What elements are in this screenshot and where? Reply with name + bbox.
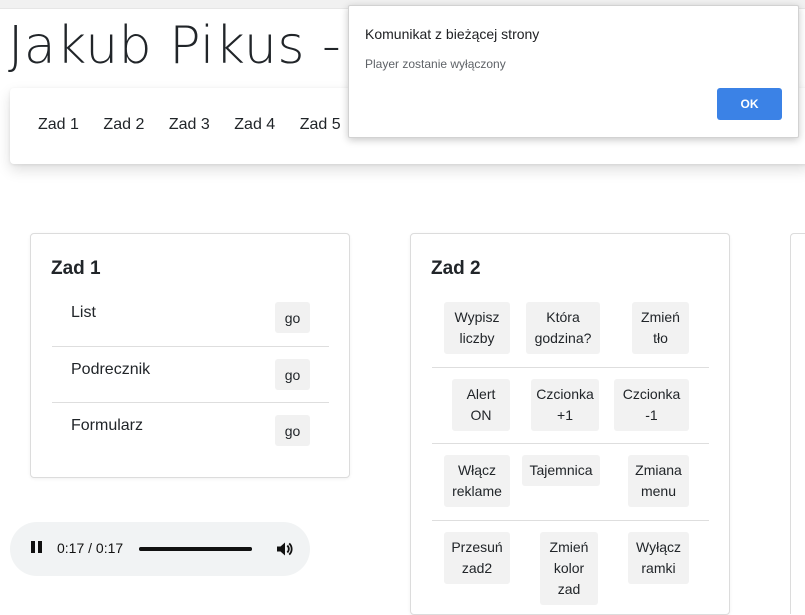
list-item: List go — [52, 290, 329, 346]
list-item: Formularz go — [52, 402, 329, 459]
nav-link-zad3[interactable]: Zad 3 — [169, 114, 210, 136]
list-item-label: List — [71, 304, 96, 321]
page-title: Jakub Pikus - 2 — [8, 16, 392, 76]
card-zad1: Zad 1 List go Podrecznik go Formularz go — [30, 233, 350, 478]
card-zad2: Zad 2 Wypisz liczby Która godzina? Zmień… — [410, 233, 730, 615]
card-zad3-edge — [790, 233, 805, 614]
audio-player: 0:17 / 0:17 — [10, 522, 310, 576]
nav-link-zad2[interactable]: Zad 2 — [103, 114, 144, 136]
dialog-title: Komunikat z bieżącej strony — [365, 26, 540, 42]
card-title: Zad 2 — [431, 258, 481, 279]
alert-dialog: Komunikat z bieżącej strony Player zosta… — [348, 5, 799, 138]
button-row: Wypisz liczby Która godzina? Zmień tło — [432, 291, 709, 367]
button-row: Przesuń zad2 Zmień kolor zad Wyłącz ramk… — [432, 520, 709, 605]
nav-link-zad5[interactable]: Zad 5 — [300, 114, 341, 136]
volume-icon[interactable] — [276, 541, 294, 557]
nav-list: Zad 1 Zad 2 Zad 3 Zad 4 Zad 5 — [38, 114, 365, 136]
pause-icon[interactable] — [30, 541, 44, 557]
list-item-label: Formularz — [71, 417, 144, 434]
go-button-list[interactable]: go — [275, 302, 310, 333]
list-item: Podrecznik go — [52, 346, 329, 403]
nav-link-zad1[interactable]: Zad 1 — [38, 114, 79, 136]
wlacz-reklame-button[interactable]: Włącz reklame — [444, 455, 510, 507]
button-row: Alert ON Czcionka +1 Czcionka -1 — [432, 367, 709, 444]
go-button-formularz[interactable]: go — [275, 415, 310, 446]
alert-on-button[interactable]: Alert ON — [452, 379, 510, 431]
card-title: Zad 1 — [51, 258, 101, 279]
wypisz-liczby-button[interactable]: Wypisz liczby — [444, 302, 510, 354]
ok-button[interactable]: OK — [717, 88, 782, 120]
nav-link-zad4[interactable]: Zad 4 — [234, 114, 275, 136]
progress-bar[interactable] — [139, 547, 252, 551]
button-row: Włącz reklame Tajemnica Zmiana menu — [432, 443, 709, 520]
zmien-kolor-zad-button[interactable]: Zmień kolor zad — [540, 532, 598, 605]
czcionka-plus-button[interactable]: Czcionka +1 — [531, 379, 599, 431]
time-display: 0:17 / 0:17 — [57, 540, 124, 556]
list-item-label: Podrecznik — [71, 361, 151, 378]
wylacz-ramki-button[interactable]: Wyłącz ramki — [628, 532, 689, 584]
progress-fill — [139, 547, 252, 551]
przesun-zad2-button[interactable]: Przesuń zad2 — [444, 532, 510, 584]
tajemnica-button[interactable]: Tajemnica — [522, 455, 600, 486]
czcionka-minus-button[interactable]: Czcionka -1 — [614, 379, 689, 431]
zmiana-menu-button[interactable]: Zmiana menu — [628, 455, 689, 507]
zmien-tlo-button[interactable]: Zmień tło — [632, 302, 689, 354]
ktora-godzina-button[interactable]: Która godzina? — [526, 302, 600, 354]
dialog-message: Player zostanie wyłączony — [365, 57, 506, 71]
go-button-podrecznik[interactable]: go — [275, 359, 310, 390]
